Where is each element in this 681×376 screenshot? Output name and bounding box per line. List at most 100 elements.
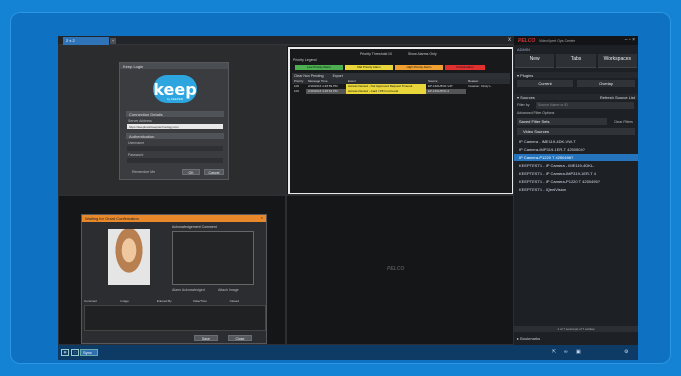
alarm-panel: Priority Threshold 10 Show Alarms Only P… — [288, 47, 513, 194]
username-label: Username — [128, 141, 145, 145]
top-buttons: New Tabs Workspaces — [514, 54, 638, 68]
priority-threshold-label: Priority Threshold — [360, 52, 388, 56]
cell-event: Access Denied - Card / PIN not found — [346, 89, 426, 94]
filter-input[interactable]: Source Name or ID — [536, 102, 634, 109]
window-controls-icon[interactable]: – ▫ × — [625, 37, 635, 43]
monitor-icon[interactable]: ▣ — [576, 349, 581, 355]
single-layout-icon[interactable]: ▢ — [71, 349, 79, 356]
ack-comment-label: Acknowledgement Comment — [172, 225, 217, 229]
password-label: Password — [128, 153, 144, 157]
col-comment[interactable]: Comment — [84, 299, 120, 304]
advanced-filter-toggle[interactable]: Advanced Filter Options — [517, 111, 554, 115]
clear-filters-button[interactable]: Clear Filters — [614, 120, 633, 124]
save-button[interactable]: Save — [194, 335, 218, 341]
connection-section: Connection Details — [126, 111, 224, 117]
cell-source: EP-1601/8VD-4 — [426, 89, 466, 94]
close-icon[interactable]: × — [261, 215, 263, 220]
grant-confirmation-dialog: Waiting for Grant Confirmation × Acknowl… — [81, 214, 267, 344]
app-title: VideoXpert Ops Center — [539, 38, 576, 43]
add-tab-button[interactable]: + — [110, 38, 116, 44]
bookmarks-label: Bookmarks — [520, 336, 541, 341]
source-item[interactable]: IP Camera-IMP319-1ER-T 4250504? — [514, 146, 638, 153]
legend-low: Low Priority Alarm — [295, 65, 343, 70]
new-button[interactable]: New — [515, 54, 555, 68]
tab-bar: 2 x 2 + x — [58, 36, 514, 45]
plugins-section[interactable]: ▾ Plugins — [514, 72, 638, 78]
cell-priority: 100 — [294, 89, 300, 93]
bookmarks-section[interactable]: ▸ Bookmarks — [517, 336, 540, 341]
logo-subtitle: by KEEPER — [166, 97, 184, 101]
attach-image-button[interactable]: Attach Image — [218, 288, 239, 292]
person-photo — [108, 229, 150, 285]
plugins-label: Plugins — [520, 73, 534, 78]
workspaces-button[interactable]: Workspaces — [597, 54, 637, 68]
pointer-icon[interactable]: ⇱ — [552, 349, 556, 355]
tab-2x2[interactable]: 2 x 2 — [63, 37, 109, 45]
dialog-title: Keep Login — [120, 63, 228, 69]
user-label[interactable]: ADMIN — [517, 47, 530, 52]
alarm-ack-label: Alarm Acknowledged — [172, 288, 205, 292]
source-item[interactable]: KEEPTEST1 - IP Camera - IME119-4DKL- — [514, 162, 638, 169]
ok-button[interactable]: OK — [182, 169, 200, 175]
priority-legend-label: Priority Legend — [293, 58, 317, 62]
dialog-title: Waiting for Grant Confirmation × — [82, 215, 266, 222]
bottom-bar: ▦ ▢ Sync ⇱ ∞ ▣ ⚙ — [58, 345, 638, 360]
alarm-table: Priority Message Time Event Source Reaso… — [292, 79, 510, 94]
source-item[interactable]: KEEPTEST1 - IQeniVision — [514, 186, 638, 193]
saved-filter-sets-dropdown[interactable]: Saved Filter Sets — [517, 118, 607, 125]
sources-section[interactable]: ▾ Sources Refresh Source List — [514, 94, 638, 100]
col-image[interactable]: Image — [120, 299, 156, 304]
cell-reason — [466, 89, 506, 94]
auth-section: Authentication — [126, 133, 224, 139]
server-label: Server Address — [128, 119, 152, 123]
remember-me-checkbox[interactable]: Remember Me — [132, 170, 155, 174]
show-alarms-checkbox[interactable]: Show Alarms Only — [408, 52, 437, 56]
col-datetime[interactable]: Date/Time — [193, 299, 229, 304]
source-count: 1 of 7 source(s) of 7 entities — [514, 326, 638, 332]
threshold-value[interactable]: 10 — [388, 52, 392, 56]
server-input[interactable]: https://keeplocal.keeptechnology.com — [127, 124, 223, 129]
alarm-header: Priority Threshold 10 Show Alarms Only P… — [290, 52, 512, 62]
tile-grant-confirmation[interactable]: Waiting for Grant Confirmation × Acknowl… — [58, 195, 286, 345]
link-icon[interactable]: ∞ — [564, 349, 568, 355]
col-closed[interactable]: Closed — [230, 299, 266, 304]
legend-mid: Mid Priority Alarm — [345, 65, 393, 70]
keep-login-dialog: Keep Login keep by KEEPER Connection Det… — [119, 62, 229, 180]
overlay-dropdown[interactable]: Overlay — [577, 80, 635, 87]
col-entered-by[interactable]: Entered By — [157, 299, 193, 304]
export-button[interactable]: Export — [333, 74, 343, 78]
app-header: PELCO VideoXpert Ops Center – ▫ × — [514, 36, 638, 45]
current-dropdown[interactable]: Current — [517, 80, 573, 87]
comment-table — [84, 305, 266, 331]
source-item[interactable]: KEEPTEST1 - IP Camera-P1220 T 4250495? — [514, 178, 638, 185]
ack-comment-input[interactable] — [172, 231, 254, 285]
tile-keep-login[interactable]: Keep Login keep by KEEPER Connection Det… — [58, 45, 286, 195]
cancel-button[interactable]: Cancel — [204, 169, 224, 175]
legend-critical: Critical Alarm — [445, 65, 485, 70]
password-input[interactable] — [127, 158, 223, 163]
pelco-watermark: PELCO — [387, 266, 405, 272]
settings-icon[interactable]: ⚙ — [624, 349, 628, 355]
close-icon[interactable]: x — [508, 37, 511, 43]
tile-alarms[interactable]: Priority Threshold 10 Show Alarms Only P… — [286, 45, 514, 195]
grid-layout-icon[interactable]: ▦ — [61, 349, 69, 356]
source-item[interactable]: KEEPTEST1 - IP Camera-IMP319-1ER-T 4 — [514, 170, 638, 177]
tabs-button[interactable]: Tabs — [556, 54, 596, 68]
video-sources-header[interactable]: Video Sources — [517, 128, 635, 135]
close-button[interactable]: Close — [228, 335, 252, 341]
cell-time: 2/18/2016 4:28:54 PM — [306, 89, 346, 94]
tile-empty-viewer[interactable]: PELCO — [286, 195, 514, 345]
source-item[interactable]: IP Camera - IME119-4DK-VW-T — [514, 138, 638, 145]
keep-logo: keep by KEEPER — [153, 75, 197, 103]
table-row[interactable]: 100 2/18/2016 4:28:54 PM Access Denied -… — [292, 89, 510, 94]
source-item-selected[interactable]: IP Camera-P1220 T 4250496? — [514, 154, 638, 161]
username-input[interactable] — [127, 146, 223, 151]
video-grid: Keep Login keep by KEEPER Connection Det… — [58, 45, 514, 345]
pelco-logo: PELCO — [518, 38, 536, 44]
comment-table-header: Comment Image Entered By Date/Time Close… — [84, 299, 266, 304]
legend-high: High Priority Alarm — [395, 65, 443, 70]
clear-non-pending-button[interactable]: Clear Non Pending — [294, 74, 324, 78]
refresh-sources-button[interactable]: Refresh Source List — [600, 95, 635, 100]
filter-by-label: Filter by — [517, 103, 530, 107]
sync-dropdown[interactable]: Sync — [80, 349, 98, 356]
